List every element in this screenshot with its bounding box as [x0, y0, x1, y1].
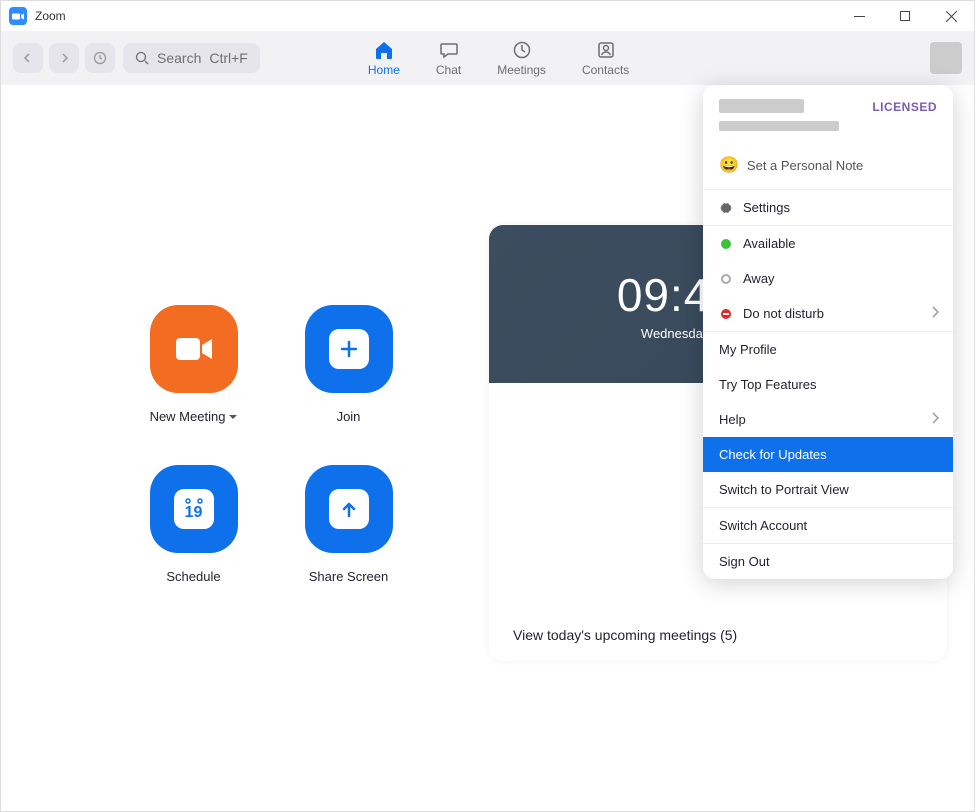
- share-up-icon: [305, 465, 393, 553]
- calendar-icon: 19: [150, 465, 238, 553]
- status-available-icon: [721, 239, 731, 249]
- search-label: Search: [157, 50, 201, 66]
- action-new-meeting[interactable]: New Meeting: [116, 305, 271, 465]
- menu-status-dnd[interactable]: Do not disturb: [703, 296, 953, 331]
- maximize-button[interactable]: [882, 1, 928, 31]
- status-away-icon: [721, 274, 731, 284]
- menu-check-updates[interactable]: Check for Updates: [703, 437, 953, 472]
- back-button[interactable]: [13, 43, 43, 73]
- toolbar: Search Ctrl+F Home Chat Meetings Contact…: [1, 31, 974, 85]
- window-controls: [836, 1, 974, 31]
- menu-switch-account[interactable]: Switch Account: [703, 508, 953, 543]
- window-title: Zoom: [35, 9, 836, 23]
- user-email-redacted: [719, 121, 839, 131]
- plus-icon: [305, 305, 393, 393]
- menu-header: LICENSED: [703, 85, 953, 143]
- menu-status-away[interactable]: Away: [703, 261, 953, 296]
- gear-icon: [719, 201, 733, 215]
- minimize-button[interactable]: [836, 1, 882, 31]
- video-icon: [150, 305, 238, 393]
- license-badge: LICENSED: [872, 100, 937, 114]
- tab-chat[interactable]: Chat: [436, 39, 461, 77]
- main-content: New Meeting Join 19 Schedule Share Scree…: [1, 85, 974, 811]
- zoom-logo-icon: [9, 7, 27, 25]
- user-name-redacted: [719, 99, 804, 113]
- tab-contacts[interactable]: Contacts: [582, 39, 629, 77]
- contacts-icon: [595, 39, 617, 61]
- search-icon: [135, 51, 149, 65]
- search-box[interactable]: Search Ctrl+F: [123, 43, 260, 73]
- menu-try-top-features[interactable]: Try Top Features: [703, 367, 953, 402]
- menu-switch-portrait[interactable]: Switch to Portrait View: [703, 472, 953, 507]
- menu-personal-note[interactable]: 😀 Set a Personal Note: [703, 143, 953, 189]
- action-schedule[interactable]: 19 Schedule: [116, 465, 271, 625]
- upcoming-meetings-link[interactable]: View today's upcoming meetings (5): [513, 627, 737, 643]
- profile-menu: LICENSED 😀 Set a Personal Note Settings …: [703, 85, 953, 579]
- titlebar: Zoom: [1, 1, 974, 31]
- action-share-screen[interactable]: Share Screen: [271, 465, 426, 625]
- menu-help[interactable]: Help: [703, 402, 953, 437]
- close-button[interactable]: [928, 1, 974, 31]
- search-shortcut: Ctrl+F: [209, 50, 248, 66]
- menu-settings[interactable]: Settings: [703, 190, 953, 225]
- smile-icon: 😀: [719, 155, 739, 175]
- forward-button[interactable]: [49, 43, 79, 73]
- history-button[interactable]: [85, 43, 115, 73]
- profile-avatar-button[interactable]: [930, 42, 962, 74]
- status-dnd-icon: [721, 309, 731, 319]
- home-icon: [373, 39, 395, 61]
- action-grid: New Meeting Join 19 Schedule Share Scree…: [116, 305, 426, 625]
- chevron-right-icon: [931, 306, 939, 321]
- tab-meetings[interactable]: Meetings: [497, 39, 546, 77]
- chevron-down-icon: [229, 415, 237, 423]
- chevron-right-icon: [931, 412, 939, 427]
- tab-home[interactable]: Home: [368, 39, 400, 77]
- menu-sign-out[interactable]: Sign Out: [703, 544, 953, 579]
- action-join[interactable]: Join: [271, 305, 426, 465]
- chat-icon: [438, 39, 460, 61]
- menu-status-available[interactable]: Available: [703, 226, 953, 261]
- clock-icon: [511, 39, 533, 61]
- menu-my-profile[interactable]: My Profile: [703, 332, 953, 367]
